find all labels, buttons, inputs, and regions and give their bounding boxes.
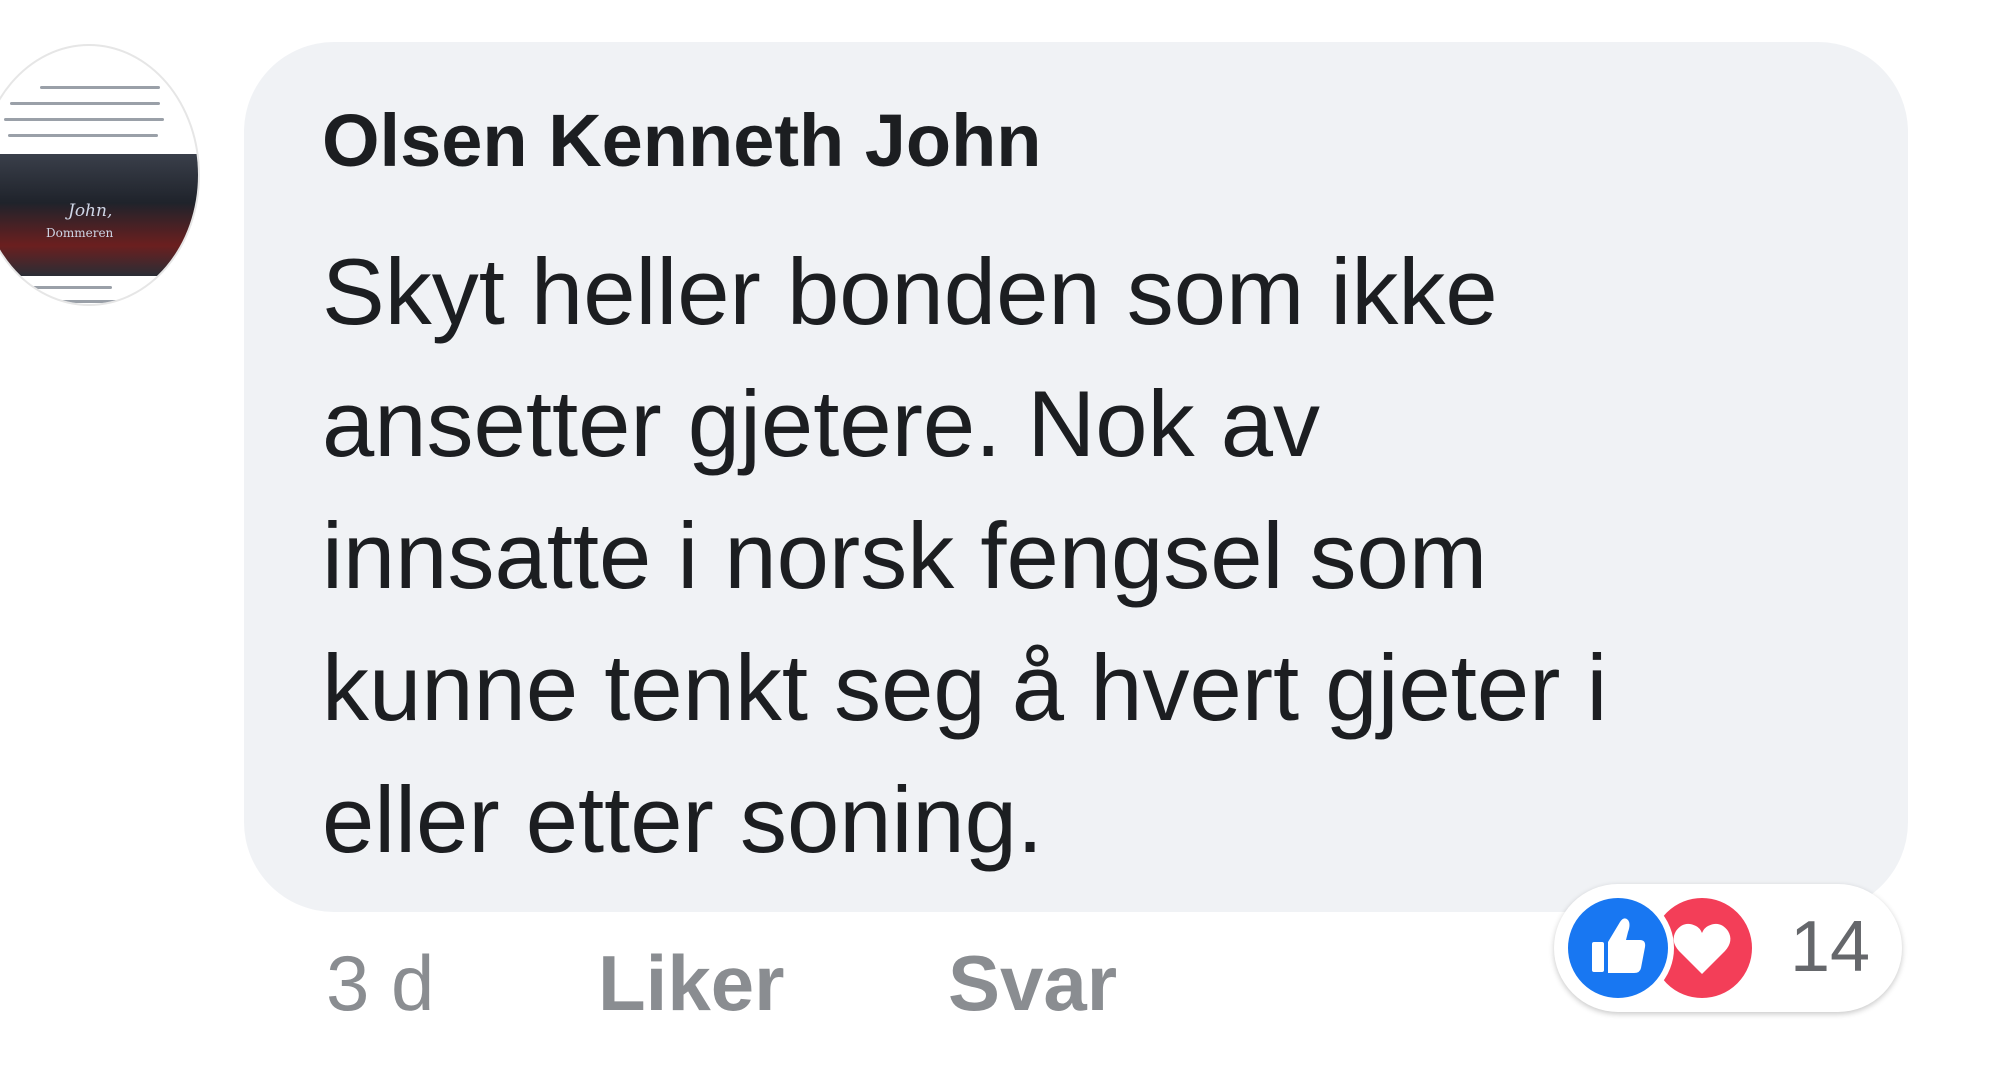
avatar-decor-line [10,102,160,105]
comment: John, Dommeren Olsen Kenneth John Skyt h… [0,0,2000,1067]
comment-body-line: ansetter gjetere. Nok av [322,371,1320,476]
comment-body-line: innsatte i norsk fengsel som [322,503,1488,608]
avatar-decor-line [8,134,158,137]
reactions-summary[interactable]: 14 [1554,884,1902,1012]
avatar-decor-line [2,286,112,289]
comment-author[interactable]: Olsen Kenneth John [322,98,1042,183]
comment-body-line: kunne tenkt seg å hvert gjeter i [322,635,1608,740]
avatar-decor-line [6,300,156,303]
avatar-script-text: John, [68,201,113,221]
comment-body-line: Skyt heller bonden som ikke [322,239,1498,344]
like-button[interactable]: Liker [598,938,784,1029]
avatar-decor-line [40,86,160,89]
avatar-caption-text: Dommeren [46,226,114,240]
avatar[interactable]: John, Dommeren [0,44,200,306]
comment-timestamp[interactable]: 3 d [326,938,434,1029]
thumbs-up-icon [1562,892,1674,1004]
comment-body-line: eller etter soning. [322,767,1044,872]
reaction-count: 14 [1790,907,1871,987]
avatar-decor-line [4,118,164,121]
comment-body: Skyt heller bonden som ikke ansetter gje… [322,226,1882,886]
reply-button[interactable]: Svar [948,938,1117,1029]
